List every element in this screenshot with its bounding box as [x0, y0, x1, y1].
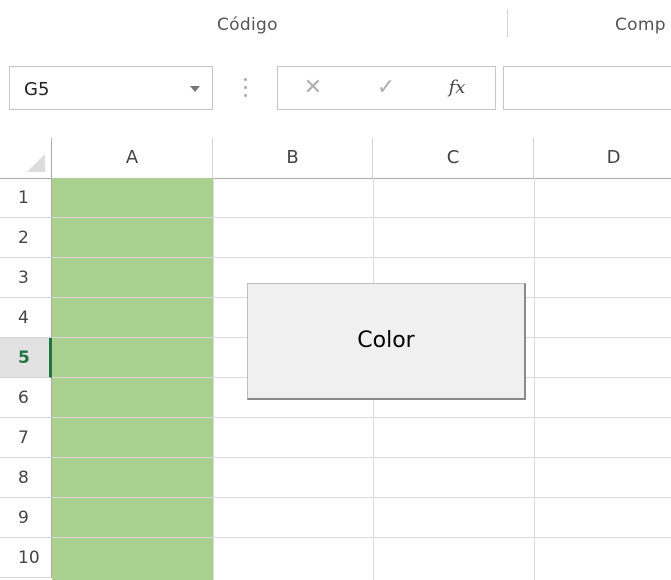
row-header-9[interactable]: 9 — [0, 498, 52, 538]
ribbon-group-separator — [507, 9, 508, 37]
row-header-10[interactable]: 10 — [0, 538, 52, 578]
select-all-corner[interactable] — [0, 138, 52, 178]
column-header-d[interactable]: D — [534, 138, 671, 178]
chevron-down-icon[interactable] — [190, 86, 200, 92]
name-box[interactable]: G5 — [9, 66, 213, 110]
gridline — [52, 457, 671, 458]
row-header-4[interactable]: 4 — [0, 298, 52, 338]
column-header-c[interactable]: C — [373, 138, 534, 178]
ribbon-group-code-label: Código — [217, 15, 278, 35]
row-header-5-active[interactable]: 5 — [0, 338, 52, 378]
column-header-row: A B C D — [0, 138, 671, 179]
row-header-8[interactable]: 8 — [0, 458, 52, 498]
row-header-7[interactable]: 7 — [0, 418, 52, 458]
ribbon-group-labels: Código Comp — [0, 0, 671, 47]
enter-check-icon[interactable]: ✓ — [373, 75, 399, 101]
cancel-icon[interactable]: ✕ — [300, 75, 326, 101]
formula-bar-resize-handle[interactable] — [244, 78, 248, 100]
gridline — [52, 497, 671, 498]
gridline — [213, 178, 214, 580]
row-header-2[interactable]: 2 — [0, 218, 52, 258]
gridline — [52, 257, 671, 258]
ribbon-group-comp-label: Comp — [615, 15, 666, 35]
formula-input[interactable] — [503, 66, 671, 110]
row-header-1[interactable]: 1 — [0, 178, 52, 218]
select-all-triangle-icon — [27, 154, 45, 172]
gridline — [534, 178, 535, 580]
gridline — [52, 417, 671, 418]
gridline — [52, 217, 671, 218]
column-header-b[interactable]: B — [213, 138, 373, 178]
gridline — [52, 537, 671, 538]
name-box-value: G5 — [24, 79, 50, 100]
formula-buttons: ✕ ✓ fx — [277, 66, 496, 110]
formula-bar: G5 ✕ ✓ fx — [0, 46, 671, 138]
color-button[interactable]: Color — [247, 283, 526, 400]
column-a-green-fill — [52, 178, 213, 580]
row-header-6[interactable]: 6 — [0, 378, 52, 418]
column-header-a[interactable]: A — [52, 138, 213, 178]
insert-function-icon[interactable]: fx — [444, 75, 470, 101]
row-header-3[interactable]: 3 — [0, 258, 52, 298]
